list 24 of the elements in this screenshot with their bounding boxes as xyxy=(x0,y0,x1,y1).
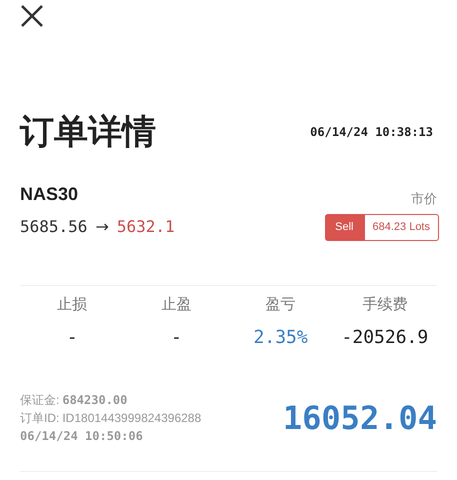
stat-value: - xyxy=(170,326,182,350)
stat-value: -20526.9 xyxy=(342,326,428,350)
stat-label: 止盈 xyxy=(161,294,192,314)
margin-value: 684230.00 xyxy=(62,392,128,409)
close-icon[interactable] xyxy=(20,4,44,28)
stat-label: 止损 xyxy=(57,294,88,314)
stat-value: 2.35% xyxy=(254,326,308,350)
profit-amount: 16052.04 xyxy=(282,398,437,439)
stat-label: 手续费 xyxy=(362,294,408,314)
page-title: 订单详情 xyxy=(20,115,156,149)
order-type: 市价 xyxy=(411,190,437,208)
timestamp: 06/14/24 10:38:13 xyxy=(310,124,433,141)
order-id-label: 订单ID: xyxy=(20,410,60,427)
order-id-value: ID1801443999824396288 xyxy=(62,410,202,427)
arrow: → xyxy=(95,216,109,238)
open-price: 5685.56 xyxy=(20,216,88,238)
close-time: 06/14/24 10:50:06 xyxy=(20,428,144,445)
side-badge: Sell xyxy=(325,214,364,240)
stat-label: 盈亏 xyxy=(266,294,296,314)
lots-badge: 684.23 Lots xyxy=(364,214,439,240)
current-price: 5632.1 xyxy=(116,216,175,238)
margin-label: 保证金: xyxy=(20,392,60,409)
stat-value: - xyxy=(66,326,78,350)
symbol: NAS30 xyxy=(20,183,78,206)
